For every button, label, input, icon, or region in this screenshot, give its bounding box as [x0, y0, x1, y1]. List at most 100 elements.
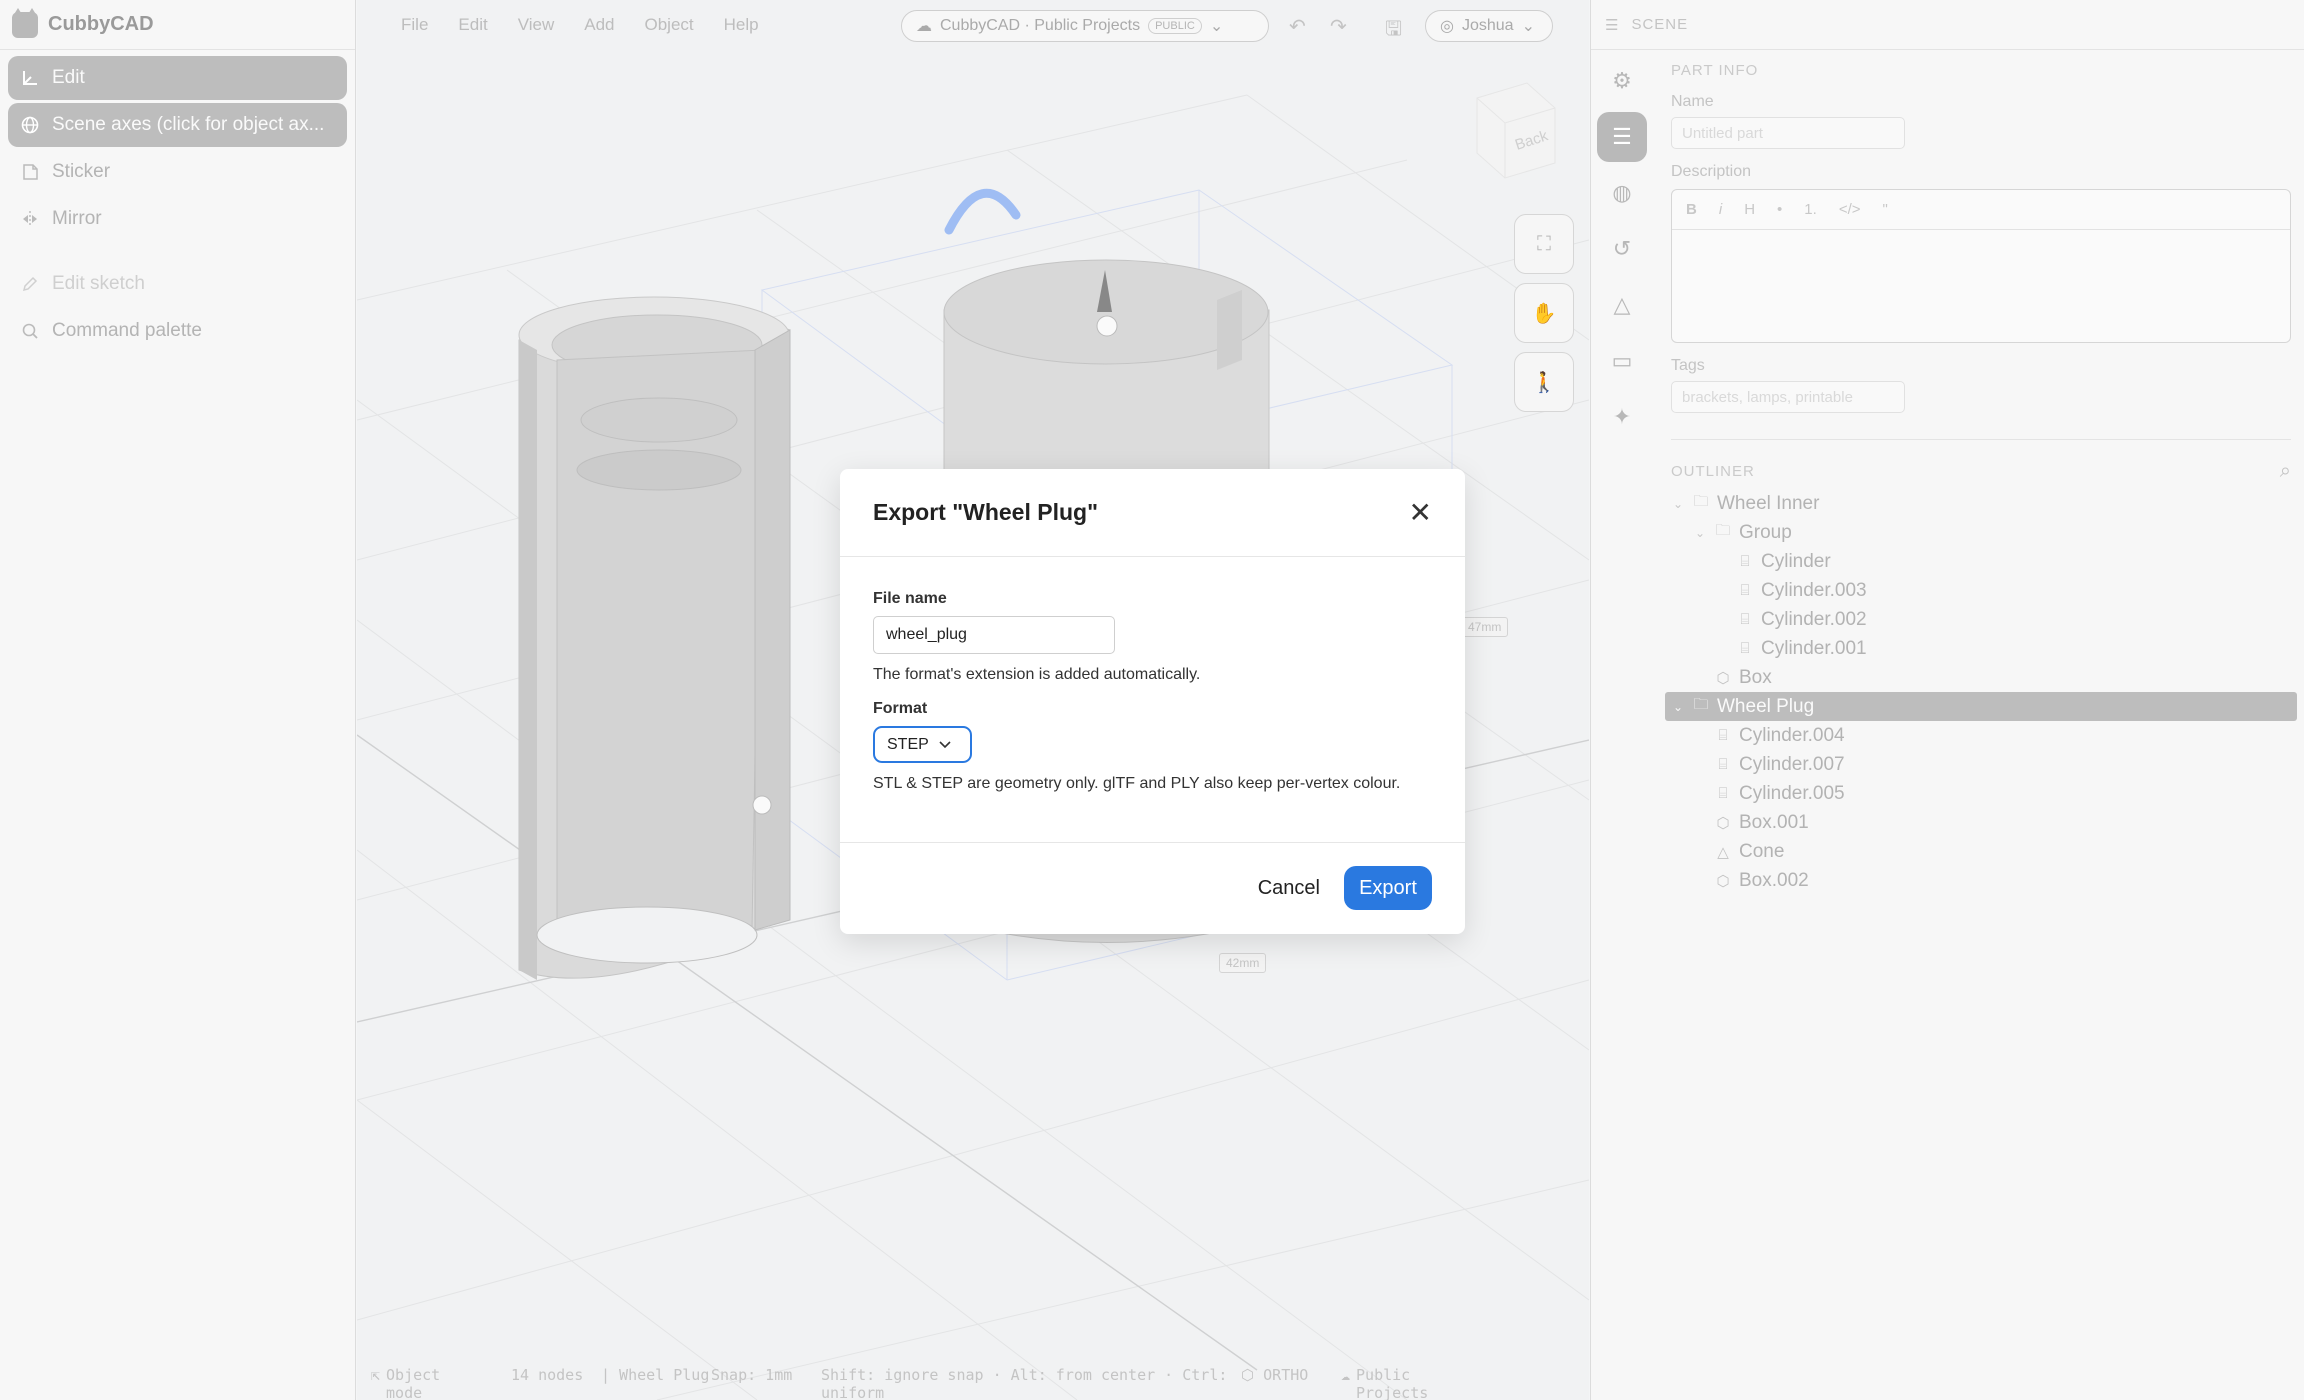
- undo-icon[interactable]: ↶: [1289, 14, 1306, 39]
- outliner-heading: OUTLINER: [1671, 463, 1755, 480]
- chevron-down-icon[interactable]: ⌄: [1693, 526, 1707, 540]
- tool-mirror[interactable]: Mirror: [8, 197, 347, 241]
- quote-button[interactable]: ": [1883, 201, 1888, 218]
- file-name-input[interactable]: wheel_plug: [873, 616, 1115, 654]
- outliner-item-label: Wheel Inner: [1717, 492, 1820, 514]
- rail-scene[interactable]: ☰: [1597, 112, 1647, 162]
- bullet-list-button[interactable]: •: [1777, 201, 1782, 218]
- redo-icon[interactable]: ↷: [1330, 14, 1347, 39]
- outliner-item[interactable]: ⬡ Box.002: [1665, 866, 2297, 895]
- tags-input[interactable]: brackets, lamps, printable: [1671, 381, 1905, 413]
- chevron-down-icon[interactable]: ⌄: [1671, 497, 1685, 511]
- tool-label: Command palette: [52, 320, 202, 341]
- outliner-item-label: Cone: [1739, 840, 1785, 862]
- close-icon[interactable]: ✕: [1409, 498, 1432, 527]
- cylinder-icon: ⌸: [1718, 756, 1728, 773]
- outliner-item[interactable]: ⌸ Cylinder: [1665, 547, 2297, 576]
- outliner-item[interactable]: ⌸ Cylinder.005: [1665, 779, 2297, 808]
- outliner-item-label: Cylinder.007: [1739, 753, 1845, 775]
- view-cube[interactable]: Back: [1457, 78, 1561, 182]
- tool-edit[interactable]: Edit: [8, 56, 347, 100]
- cat-logo-icon: [12, 7, 38, 38]
- cloud-icon: ☁: [1341, 1366, 1351, 1384]
- outliner-item[interactable]: ⌸ Cylinder.002: [1665, 605, 2297, 634]
- menu-help[interactable]: Help: [724, 15, 759, 35]
- format-select[interactable]: STEP: [873, 726, 972, 763]
- menu-view[interactable]: View: [518, 15, 555, 35]
- pan-button[interactable]: ✋: [1514, 283, 1574, 343]
- tool-label: Sticker: [52, 161, 111, 182]
- outliner-header: OUTLINER ⌕: [1671, 460, 2291, 483]
- project-selector[interactable]: ☁ CubbyCAD · Public Projects PUBLIC ⌄: [901, 10, 1269, 42]
- outliner-item-label: Cylinder: [1761, 550, 1831, 572]
- dimension-label: 47mm: [1461, 617, 1509, 637]
- person-icon: 🚶: [1531, 371, 1557, 394]
- outliner-item[interactable]: ⌄ 🗀 Wheel Inner: [1665, 489, 2297, 518]
- cone-icon: △: [1717, 843, 1729, 861]
- code-button[interactable]: </>: [1839, 201, 1861, 218]
- outliner-item[interactable]: ⬡ Box.001: [1665, 808, 2297, 837]
- outliner-item[interactable]: ⬡ Box: [1665, 663, 2297, 692]
- tool-scene-axes[interactable]: Scene axes (click for object ax...: [8, 103, 347, 147]
- cancel-button[interactable]: Cancel: [1258, 877, 1320, 900]
- outliner-icon: ☰: [1612, 124, 1632, 149]
- menu-file[interactable]: File: [401, 15, 428, 35]
- name-input[interactable]: Untitled part: [1671, 117, 1905, 149]
- cylinder-icon: ⌸: [1740, 611, 1750, 628]
- tool-label: Edit sketch: [52, 273, 145, 294]
- rail-world[interactable]: ◍: [1597, 168, 1647, 218]
- outliner-item[interactable]: ⌸ Cylinder.004: [1665, 721, 2297, 750]
- frame-selection-button[interactable]: ⛶: [1514, 214, 1574, 274]
- rail-shapes[interactable]: △: [1597, 280, 1647, 330]
- menu-object[interactable]: Object: [645, 15, 694, 35]
- search-icon[interactable]: ⌕: [2280, 460, 2291, 483]
- folder-icon: 🗀: [1715, 522, 1731, 539]
- cloud-icon: ☁: [916, 18, 932, 35]
- user-menu[interactable]: ◎ Joshua ⌄: [1425, 10, 1553, 42]
- status-project: ☁ Public Projects: [1341, 1366, 1429, 1400]
- walk-button[interactable]: 🚶: [1514, 352, 1574, 412]
- outliner-item[interactable]: ⌸ Cylinder.003: [1665, 576, 2297, 605]
- chevron-down-icon: ⌄: [1521, 18, 1535, 35]
- dialog-title: Export "Wheel Plug": [873, 499, 1098, 525]
- italic-button[interactable]: i: [1719, 201, 1722, 218]
- divider: [1671, 439, 2291, 440]
- brand[interactable]: CubbyCAD: [0, 0, 355, 50]
- panel-title: SCENE: [1631, 16, 1689, 33]
- rotate-gizmo[interactable]: [944, 188, 1021, 235]
- tool-command-palette[interactable]: Command palette: [8, 309, 347, 353]
- pencil-icon: [20, 274, 40, 294]
- numbered-list-button[interactable]: 1.: [1804, 201, 1817, 218]
- export-dialog: Export "Wheel Plug" ✕ File name wheel_pl…: [840, 469, 1465, 934]
- dialog-footer: Cancel Export: [840, 843, 1465, 933]
- rail-files[interactable]: ▭: [1597, 336, 1647, 386]
- save-icon[interactable]: 🖫: [1385, 14, 1402, 48]
- separator: [8, 244, 347, 262]
- outliner-item[interactable]: ⌄ 🗀 Wheel Plug: [1665, 692, 2297, 721]
- rail-ai[interactable]: ✦: [1597, 392, 1647, 442]
- menu-edit[interactable]: Edit: [458, 15, 487, 35]
- menu-add[interactable]: Add: [584, 15, 614, 35]
- rail-properties[interactable]: ⚙: [1597, 56, 1647, 106]
- status-view[interactable]: ⬡ ORTHO: [1241, 1366, 1341, 1384]
- outliner-item[interactable]: ⌄ 🗀 Group: [1665, 518, 2297, 547]
- outliner-item[interactable]: ⌸ Cylinder.001: [1665, 634, 2297, 663]
- dialog-body: File name wheel_plug The format's extens…: [840, 557, 1465, 843]
- dimension-label: 42mm: [1219, 953, 1267, 973]
- heading-button[interactable]: H: [1744, 201, 1755, 218]
- outliner-item[interactable]: △ Cone: [1665, 837, 2297, 866]
- rail-history[interactable]: ↺: [1597, 224, 1647, 274]
- tool-sticker[interactable]: Sticker: [8, 150, 347, 194]
- chevron-down-icon[interactable]: ⌄: [1671, 700, 1685, 714]
- cylinder-icon: ⌸: [1740, 582, 1750, 599]
- globe-icon: ◍: [1612, 180, 1632, 205]
- dialog-header: Export "Wheel Plug" ✕: [840, 469, 1465, 557]
- bold-button[interactable]: B: [1686, 201, 1697, 218]
- tool-list: Edit Scene axes (click for object ax... …: [0, 50, 355, 362]
- outliner-item[interactable]: ⌸ Cylinder.007: [1665, 750, 2297, 779]
- status-mode: ⇱ Object mode: [371, 1366, 441, 1400]
- export-button[interactable]: Export: [1344, 866, 1432, 910]
- tool-edit-sketch[interactable]: Edit sketch: [8, 262, 347, 306]
- outliner-item-label: Cylinder.002: [1761, 608, 1867, 630]
- description-editor[interactable]: B i H • 1. </> ": [1671, 189, 2291, 343]
